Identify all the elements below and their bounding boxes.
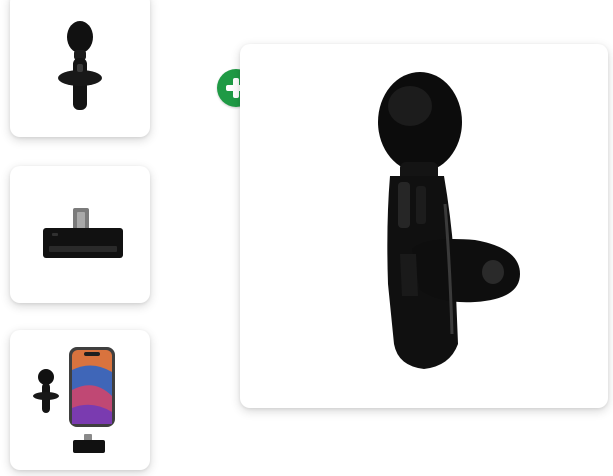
thumbnail-receiver[interactable]: [10, 166, 150, 303]
microphone-icon: [58, 21, 102, 110]
usb-c-receiver-icon: [43, 208, 123, 258]
phone-with-microphone-icon: [33, 347, 115, 453]
thumbnail-microphone[interactable]: [10, 0, 150, 137]
main-product-image: [240, 44, 608, 408]
thumbnail-phone-set[interactable]: [10, 330, 150, 470]
clip-microphone-icon: [378, 72, 520, 369]
